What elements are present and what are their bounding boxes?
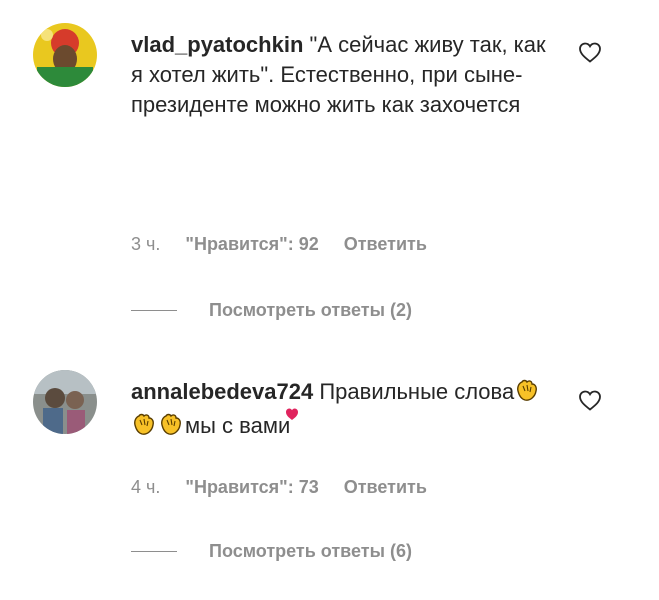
comment-meta: 3 ч. "Нравится": 92 Ответить — [131, 234, 447, 255]
comment-time: 4 ч. — [131, 477, 161, 497]
view-replies-label: Посмотреть ответы (6) — [209, 541, 412, 561]
comment-body-part1: Правильные слова — [319, 379, 515, 404]
avatar[interactable] — [33, 23, 97, 87]
avatar[interactable] — [33, 370, 97, 434]
clapping-hands-icon — [161, 413, 181, 435]
view-replies-button[interactable]: Посмотреть ответы (6) — [131, 541, 412, 562]
likes-count[interactable]: "Нравится": 92 — [185, 234, 318, 254]
username-link[interactable]: vlad_pyatochkin — [131, 32, 303, 57]
heart-outline-icon[interactable] — [578, 41, 602, 63]
comment-time: 3 ч. — [131, 234, 161, 254]
comment-text: annalebedeva724 Правильные слова мы с ва… — [131, 377, 551, 441]
likes-count[interactable]: "Нравится": 73 — [185, 477, 318, 497]
replies-divider — [131, 551, 177, 552]
replies-divider — [131, 310, 177, 311]
clapping-hands-icon — [134, 413, 154, 435]
comment-meta: 4 ч. "Нравится": 73 Ответить — [131, 477, 447, 498]
reply-button[interactable]: Ответить — [344, 477, 427, 497]
clapping-hands-icon — [517, 379, 538, 401]
heart-outline-icon[interactable] — [578, 389, 602, 411]
view-replies-button[interactable]: Посмотреть ответы (2) — [131, 300, 412, 321]
username-link[interactable]: annalebedeva724 — [131, 379, 313, 404]
reply-button[interactable]: Ответить — [344, 234, 427, 254]
comment-body-part2: мы с вами — [185, 413, 291, 438]
comment-text: vlad_pyatochkin "А сейчас живу так, как … — [131, 30, 551, 120]
red-heart-icon — [286, 408, 299, 420]
view-replies-label: Посмотреть ответы (2) — [209, 300, 412, 320]
